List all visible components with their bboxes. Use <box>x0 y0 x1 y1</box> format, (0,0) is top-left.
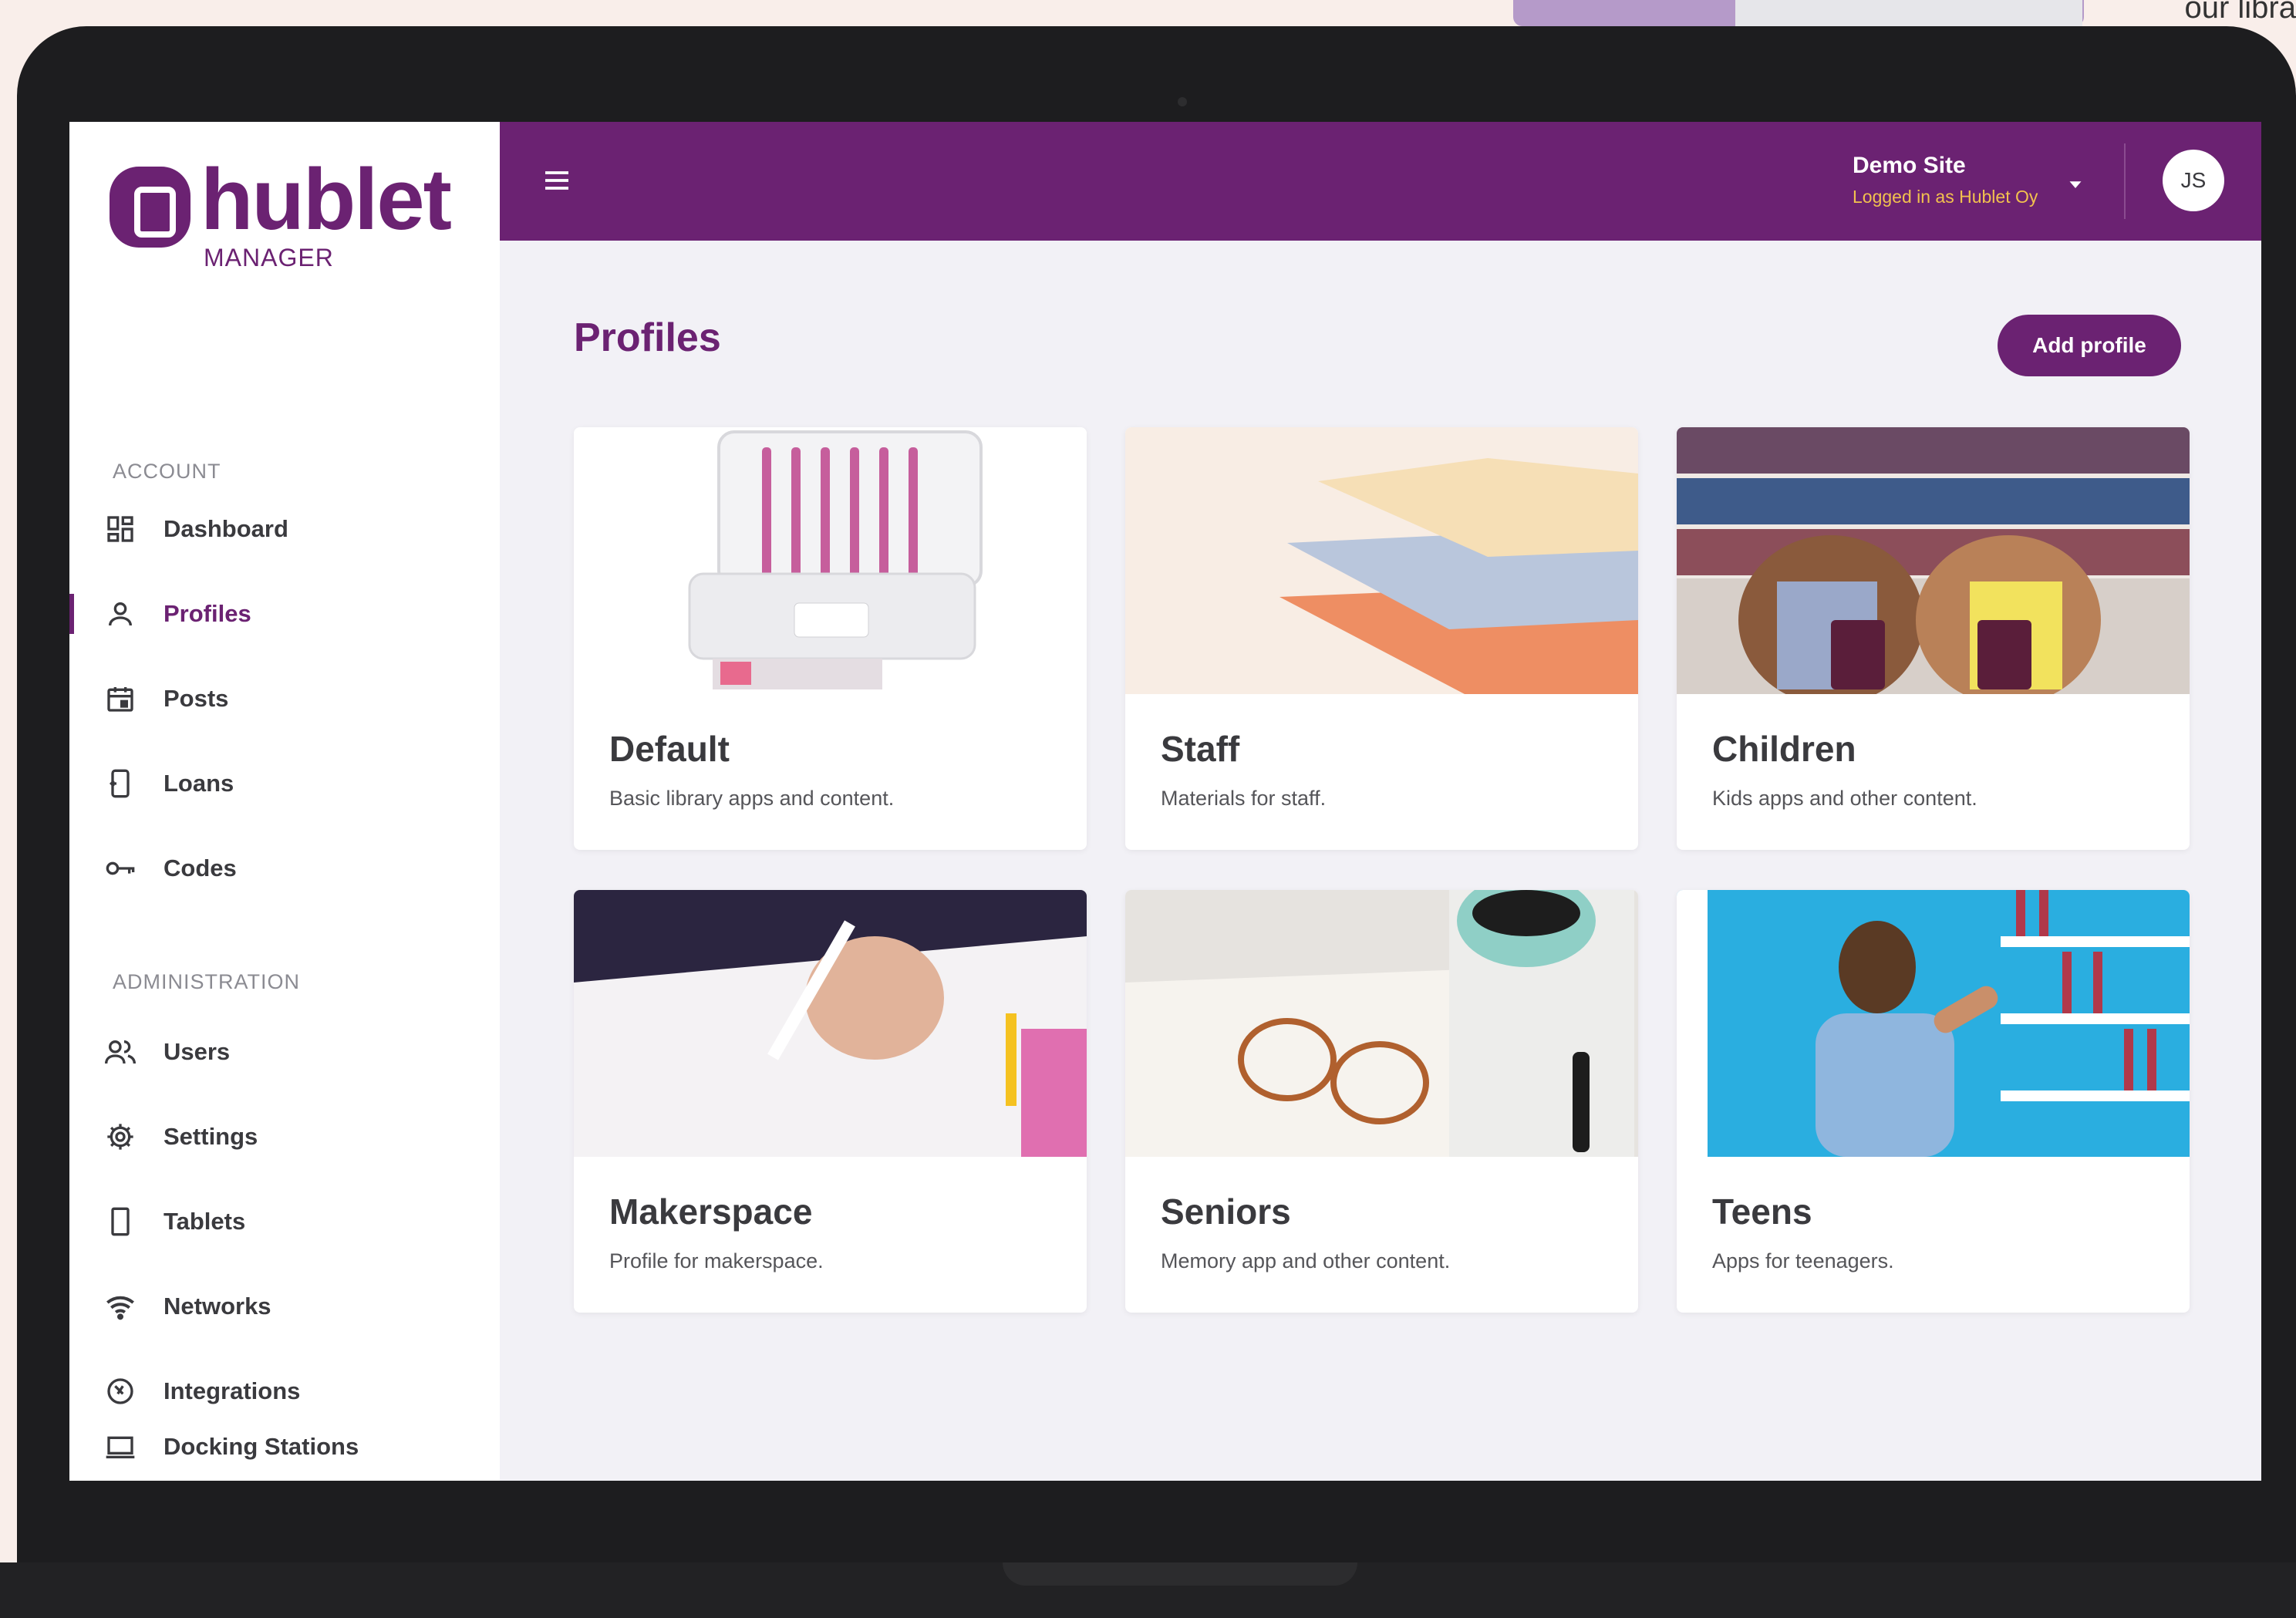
laptop-icon <box>103 1430 137 1464</box>
profile-description: Kids apps and other content. <box>1712 787 1977 810</box>
profile-card-default[interactable]: Default Basic library apps and content. <box>574 427 1087 850</box>
tablet-icon <box>103 1205 137 1239</box>
profile-image-glasses-book <box>1125 890 1638 1157</box>
profile-image-writing-notebook <box>574 890 1087 1157</box>
sidebar-item-label: Loans <box>164 770 234 797</box>
top-bar: Demo Site Logged in as Hublet Oy JS <box>500 122 2261 241</box>
profile-description: Memory app and other content. <box>1161 1249 1451 1272</box>
profile-image-teen-library <box>1677 890 2190 1157</box>
profile-description: Apps for teenagers. <box>1712 1249 1894 1272</box>
avatar[interactable]: JS <box>2163 150 2224 211</box>
sidebar-item-label: Docking Stations <box>164 1433 359 1460</box>
profile-image-folders <box>1125 427 1638 694</box>
sidebar-item-label: Integrations <box>164 1377 301 1404</box>
sidebar-item-label: Tablets <box>164 1208 246 1235</box>
sidebar-item-dashboard[interactable]: Dashboard <box>69 497 500 561</box>
camera-dot <box>1178 97 1187 106</box>
sidebar-item-label: Dashboard <box>164 515 288 542</box>
profile-card-staff[interactable]: Staff Materials for staff. <box>1125 427 1638 850</box>
logged-in-as: Logged in as Hublet Oy <box>1853 187 2038 207</box>
dashboard-icon <box>103 512 137 546</box>
chevron-down-icon[interactable] <box>2064 173 2095 196</box>
sidebar-item-label: Settings <box>164 1123 258 1150</box>
add-profile-button[interactable]: Add profile <box>1998 315 2181 376</box>
sidebar-item-settings[interactable]: Settings <box>69 1104 500 1169</box>
hublet-logo[interactable]: hublet MANAGER <box>110 151 452 275</box>
logo-subtitle: MANAGER <box>204 244 334 271</box>
hublet-logo-mark-icon <box>110 167 190 248</box>
calendar-icon <box>103 682 137 716</box>
logo-wordmark: hublet <box>201 151 452 248</box>
background-photo-strip-light <box>1735 0 2082 26</box>
profile-title: Default <box>609 729 730 769</box>
section-label-administration: ADMINISTRATION <box>113 970 300 993</box>
profile-title: Staff <box>1161 729 1240 769</box>
profile-title: Children <box>1712 729 1856 769</box>
profile-card-teens[interactable]: Teens Apps for teenagers. <box>1677 890 2190 1313</box>
page-title: Profiles <box>574 315 721 360</box>
sidebar-item-posts[interactable]: Posts <box>69 666 500 731</box>
sidebar-item-label: Codes <box>164 855 237 881</box>
wifi-icon <box>103 1289 137 1323</box>
background-corner-text: our libra <box>2184 0 2296 25</box>
menu-icon[interactable] <box>541 165 572 196</box>
gear-icon <box>103 1120 137 1154</box>
sidebar-item-codes[interactable]: Codes <box>69 836 500 901</box>
sidebar-item-networks[interactable]: Networks <box>69 1274 500 1339</box>
profile-description: Profile for makerspace. <box>609 1249 824 1272</box>
profile-description: Materials for staff. <box>1161 787 1327 810</box>
app-screen: hublet MANAGER ACCOUNT Dashboard Profile… <box>69 122 2261 1481</box>
integration-icon <box>103 1374 137 1408</box>
loan-icon <box>103 767 137 801</box>
sidebar-item-label: Networks <box>164 1293 271 1320</box>
profile-description: Basic library apps and content. <box>609 787 895 810</box>
profile-image-hublet-station <box>574 427 1087 694</box>
header-divider <box>2124 143 2126 219</box>
users-icon <box>103 1035 137 1069</box>
sidebar-item-users[interactable]: Users <box>69 1020 500 1084</box>
sidebar: hublet MANAGER ACCOUNT Dashboard Profile… <box>69 122 500 1481</box>
profile-title: Teens <box>1712 1192 1812 1232</box>
sidebar-item-label: Profiles <box>164 600 251 627</box>
sidebar-item-loans[interactable]: Loans <box>69 751 500 816</box>
profile-card-children[interactable]: Children Kids apps and other content. <box>1677 427 2190 850</box>
sidebar-item-label: Users <box>164 1038 231 1065</box>
sidebar-item-docking-stations[interactable]: Docking Stations <box>69 1414 500 1479</box>
profile-card-makerspace[interactable]: Makerspace Profile for makerspace. <box>574 890 1087 1313</box>
section-label-account: ACCOUNT <box>113 460 221 483</box>
profile-title: Seniors <box>1161 1192 1291 1232</box>
laptop-base-notch <box>1003 1562 1357 1586</box>
sidebar-item-tablets[interactable]: Tablets <box>69 1189 500 1254</box>
profile-card-seniors[interactable]: Seniors Memory app and other content. <box>1125 890 1638 1313</box>
site-name[interactable]: Demo Site <box>1853 153 1966 179</box>
key-icon <box>103 851 137 885</box>
profile-image-children-reading <box>1677 427 2190 694</box>
profile-title: Makerspace <box>609 1192 813 1232</box>
user-icon <box>103 597 137 631</box>
sidebar-item-profiles[interactable]: Profiles <box>69 581 500 646</box>
sidebar-item-label: Posts <box>164 685 229 712</box>
